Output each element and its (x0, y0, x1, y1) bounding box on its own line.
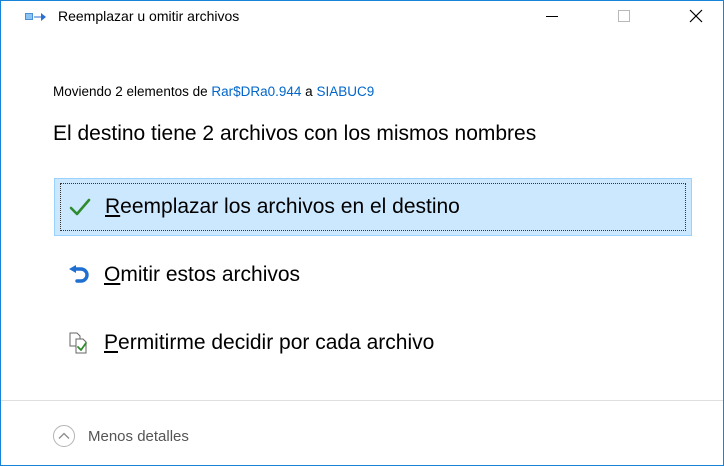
title-bar[interactable]: Reemplazar u omitir archivos (1, 1, 723, 31)
window-title: Reemplazar u omitir archivos (58, 8, 240, 24)
replace-skip-dialog: Reemplazar u omitir archivos Moviendo 2 … (0, 0, 724, 466)
skip-files-option[interactable]: Omitir estos archivos (54, 247, 692, 305)
conflict-heading: El destino tiene 2 archivos con los mism… (53, 122, 537, 145)
description-prefix: Moviendo 2 elementos de (53, 84, 212, 99)
less-details-label: Menos detalles (88, 427, 189, 445)
access-key: P (104, 331, 119, 354)
destination-folder-link[interactable]: SIABUC9 (316, 84, 374, 99)
label-text: eemplazar los archivos en el destino (120, 195, 460, 218)
maximize-button[interactable] (601, 1, 647, 31)
description-middle: a (301, 84, 317, 99)
source-folder-link[interactable]: Rar$DRa0.944 (211, 84, 301, 99)
decide-each-file-option[interactable]: Permitirme decidir por cada archivo (54, 315, 692, 373)
move-files-icon (25, 10, 47, 24)
dialog-footer: Menos detalles (1, 401, 723, 465)
skip-files-label: Omitir estos archivos (104, 263, 300, 287)
operation-description: Moviendo 2 elementos de Rar$DRa0.944 a S… (53, 84, 374, 99)
compare-files-icon (68, 332, 90, 354)
access-key: O (104, 263, 121, 286)
close-button[interactable] (673, 1, 719, 31)
decide-each-file-label: Permitirme decidir por cada archivo (104, 331, 434, 355)
skip-arrow-icon (68, 264, 90, 286)
replace-files-option[interactable]: Reemplazar los archivos en el destino (54, 178, 692, 236)
label-text: mitir estos archivos (120, 263, 301, 286)
label-text: ermitirme decidir por cada archivo (118, 331, 435, 354)
less-details-toggle[interactable]: Menos detalles (53, 425, 189, 447)
access-key: R (105, 195, 121, 218)
replace-files-label: Reemplazar los archivos en el destino (105, 195, 460, 219)
minimize-button[interactable] (529, 1, 575, 31)
close-icon (689, 9, 703, 23)
minimize-icon (546, 16, 558, 17)
checkmark-icon (69, 196, 91, 218)
maximize-icon (618, 10, 630, 22)
chevron-up-icon (53, 425, 75, 447)
